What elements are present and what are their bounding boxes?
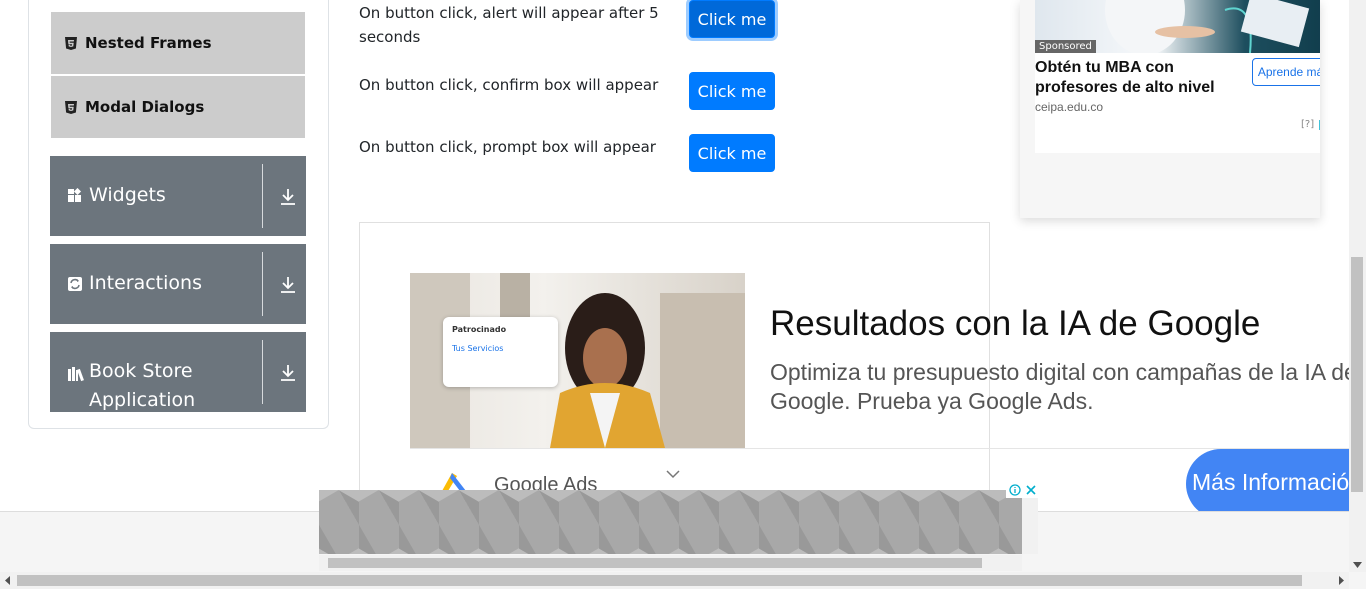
ad-more-info-button[interactable]: Más Informació — [1186, 449, 1366, 519]
sidebar-group-book-store[interactable]: Book Store Application — [50, 332, 306, 412]
download-icon[interactable] — [279, 363, 297, 383]
ad-help-link[interactable]: [?] — [1301, 119, 1314, 130]
sidebar-item-label: Nested Frames — [85, 34, 212, 52]
ad-card: Patrocinado Tus Servicios — [443, 317, 558, 387]
page-vertical-scroll-thumb[interactable] — [1351, 257, 1363, 492]
page-horizontal-scroll-thumb[interactable] — [17, 575, 1302, 586]
sidebar-group-label-line2: Application — [89, 389, 196, 411]
sidebar: Nested Frames Modal Dialogs Widgets Inte… — [28, 0, 329, 429]
sidebar-group-label: Book Store — [89, 360, 193, 382]
scroll-down-icon[interactable] — [1353, 561, 1362, 569]
ad-controls — [1006, 482, 1038, 498]
sidebar-item-nested-frames[interactable]: Nested Frames — [51, 12, 305, 74]
sidebar-group-widgets[interactable]: Widgets — [50, 156, 306, 236]
widgets-icon — [68, 188, 82, 202]
alert-description: On button click, alert will appear after… — [359, 4, 659, 46]
ad-headline[interactable]: Resultados con la IA de Google — [770, 304, 1260, 344]
google-ads-logo-icon — [442, 473, 466, 491]
adchoices-icon[interactable] — [1318, 119, 1320, 131]
download-icon[interactable] — [279, 275, 297, 295]
library-icon — [68, 367, 84, 382]
divider — [262, 252, 263, 316]
ad-body: Sponsored Obtén tu MBA con profesores de… — [1035, 40, 1320, 153]
ad-card-label: Patrocinado — [452, 325, 507, 334]
ad-image[interactable]: Patrocinado Tus Servicios — [410, 273, 745, 448]
download-icon[interactable] — [279, 187, 297, 207]
sponsored-badge: Sponsored — [1035, 40, 1096, 53]
interactions-icon — [68, 277, 82, 291]
scroll-left-icon[interactable] — [4, 576, 12, 585]
html5-icon — [65, 36, 77, 50]
ad-vertical-scrollbar[interactable] — [1022, 498, 1038, 554]
divider — [262, 164, 263, 228]
sidebar-group-interactions[interactable]: Interactions — [50, 244, 306, 324]
ad-card-link: Tus Servicios — [452, 344, 504, 353]
ad-horizontal-scroll-thumb[interactable] — [328, 558, 982, 568]
timer-alert-button[interactable]: Click me — [689, 0, 775, 38]
confirm-button[interactable]: Click me — [689, 72, 775, 110]
ad-title[interactable]: Obtén tu MBA con profesores de alto nive… — [1035, 58, 1245, 98]
sidebar-group-label: Widgets — [89, 184, 166, 206]
html5-icon — [65, 100, 77, 114]
learn-more-button[interactable]: Aprende más — [1252, 58, 1320, 86]
sidebar-item-label: Modal Dialogs — [85, 98, 205, 116]
ad-domain: ceipa.edu.co — [1035, 100, 1104, 114]
prompt-description: On button click, prompt box will appear — [359, 138, 656, 156]
sidebar-group-label: Interactions — [89, 272, 202, 294]
chevron-down-icon[interactable] — [666, 469, 680, 479]
close-icon[interactable] — [1025, 485, 1036, 495]
info-icon[interactable] — [1008, 484, 1021, 496]
bottom-ad-pattern[interactable] — [319, 490, 1022, 554]
sidebar-item-modal-dialogs[interactable]: Modal Dialogs — [51, 76, 305, 138]
prompt-button[interactable]: Click me — [689, 134, 775, 172]
confirm-description: On button click, confirm box will appear — [359, 76, 659, 94]
scroll-right-icon[interactable] — [1337, 576, 1345, 585]
page: { "sidebar": { "subitems": [ {"label": "… — [0, 0, 1366, 589]
ad-description: Optimiza tu presupuesto digital con camp… — [770, 359, 1357, 414]
divider — [262, 340, 263, 404]
sponsored-ad: Sponsored Obtén tu MBA con profesores de… — [1020, 0, 1320, 218]
